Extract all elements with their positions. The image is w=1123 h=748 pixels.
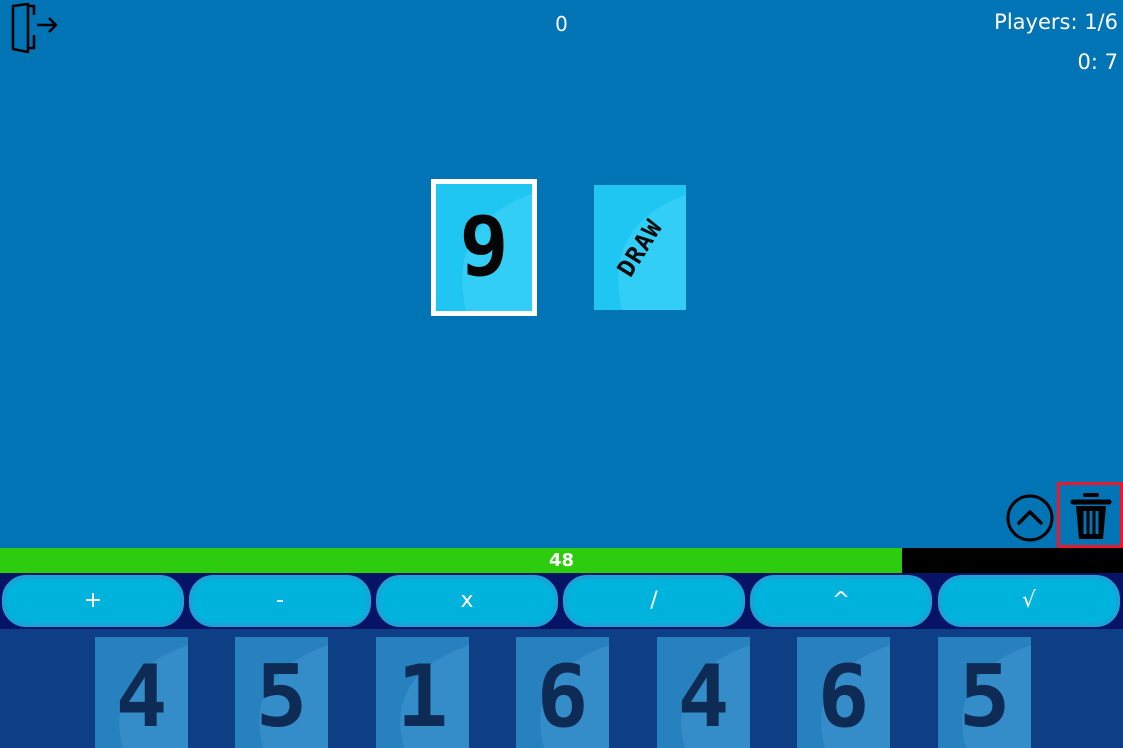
hand-card[interactable]: 5 <box>235 637 328 748</box>
players-count: Players: 1/6 <box>994 10 1118 34</box>
operator-button-plus[interactable]: + <box>2 575 184 627</box>
hand-card-value: 4 <box>677 647 730 747</box>
operator-button-divide[interactable]: / <box>563 575 745 627</box>
score-display: 0 <box>555 12 568 36</box>
played-card-value: 9 <box>459 200 509 295</box>
discard-button[interactable] <box>1057 482 1123 548</box>
turn-timer: 0: 7 <box>1077 50 1118 74</box>
hand-card-value: 5 <box>958 647 1011 747</box>
player-hand: 4 5 1 6 4 6 5 <box>0 629 1123 748</box>
draw-pile-card[interactable]: DRAW <box>594 185 686 310</box>
played-card: 9 <box>431 179 537 316</box>
hand-card[interactable]: 6 <box>516 637 609 748</box>
hand-card-value: 4 <box>115 647 168 747</box>
hand-card[interactable]: 4 <box>95 637 188 748</box>
hand-card[interactable]: 6 <box>797 637 890 748</box>
hand-card[interactable]: 4 <box>657 637 750 748</box>
hand-card[interactable]: 5 <box>938 637 1031 748</box>
expand-button[interactable] <box>1006 494 1054 542</box>
operator-button-power[interactable]: ^ <box>750 575 932 627</box>
trash-icon <box>1070 493 1112 539</box>
hand-card[interactable]: 1 <box>376 637 469 748</box>
timer-bar-label: 48 <box>548 550 575 571</box>
round-timer-bar: 48 <box>0 548 1123 573</box>
chevron-up-circle-icon <box>1006 494 1054 542</box>
operator-button-minus[interactable]: - <box>189 575 371 627</box>
hand-card-value: 6 <box>817 647 870 747</box>
hand-card-value: 1 <box>396 647 449 747</box>
operator-button-sqrt[interactable]: √ <box>938 575 1120 627</box>
operator-bar: + - x / ^ √ <box>0 573 1123 629</box>
hand-card-value: 6 <box>536 647 589 747</box>
hand-card-value: 5 <box>255 647 308 747</box>
operator-button-multiply[interactable]: x <box>376 575 558 627</box>
